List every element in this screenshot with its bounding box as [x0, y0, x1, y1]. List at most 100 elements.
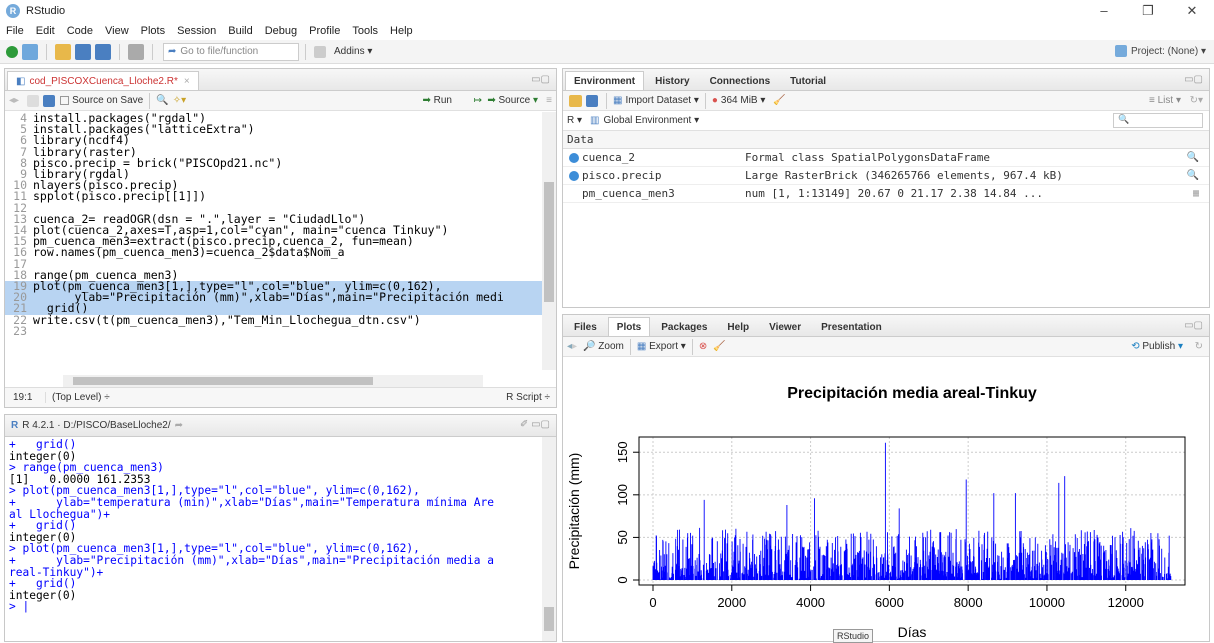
rerun-icon[interactable]: ↦	[474, 95, 482, 106]
tab-source-file[interactable]: ◧ cod_PISCOXCuenca_Lloche2.R* ×	[7, 71, 199, 90]
save-workspace-icon[interactable]	[586, 94, 598, 107]
plots-refresh-icon[interactable]: ↻	[1195, 341, 1203, 352]
tab-environment[interactable]: Environment	[565, 71, 645, 90]
save-file-icon[interactable]	[43, 94, 56, 107]
editor-hscrollbar[interactable]	[63, 375, 483, 387]
broom-icon[interactable]: 🧹	[773, 95, 785, 106]
environment-pane: Environment History Connections Tutorial…	[562, 68, 1210, 308]
menu-build[interactable]: Build	[228, 25, 252, 37]
project-menu[interactable]: Project: (None) ▾	[1114, 45, 1206, 57]
grid-icon[interactable]	[314, 45, 326, 58]
y-axis-label: Precipitación (mm)	[566, 453, 582, 570]
export-button[interactable]: ▦ Export ▾	[637, 341, 686, 352]
save-icon[interactable]	[75, 43, 91, 60]
expand-object-icon[interactable]	[569, 170, 579, 181]
tab-files[interactable]: Files	[565, 317, 606, 336]
console-line: integer(0)	[9, 588, 77, 602]
new-file-icon[interactable]	[6, 45, 18, 58]
file-type-selector[interactable]: R Script ÷	[506, 392, 550, 403]
minimize-button[interactable]: –	[1082, 0, 1126, 22]
menu-edit[interactable]: Edit	[36, 25, 55, 37]
minimize-pane-icon[interactable]: ▭▢	[531, 74, 550, 85]
x-tick-label: 6000	[875, 595, 904, 610]
plots-minimize-icon[interactable]: ▭▢	[1184, 320, 1203, 331]
source-button[interactable]: ➡ Source ▾	[487, 95, 538, 106]
console-line: + grid()	[9, 439, 77, 451]
go-to-dir-icon[interactable]: ➦	[175, 420, 183, 431]
publish-button[interactable]: ⟲ Publish ▾	[1131, 341, 1183, 352]
console-line: + ylab="temperatura (min)",xlab="Días",m…	[9, 495, 494, 509]
x-tick-label: 2000	[717, 595, 746, 610]
console-minimize-icon[interactable]: ✐ ▭▢	[520, 419, 550, 430]
x-tick-label: 0	[649, 595, 656, 610]
env-toolbar: ▦ Import Dataset ▾ ● 364 MiB ▾ 🧹 ≡ List …	[563, 91, 1209, 111]
print-icon[interactable]	[128, 43, 144, 60]
save-all-icon[interactable]	[95, 43, 111, 60]
env-minimize-icon[interactable]: ▭▢	[1184, 74, 1203, 85]
clear-plots-icon[interactable]: 🧹	[713, 341, 725, 352]
plot-canvas: Precipitación media areal-Tinkuy 0 2000 400…	[566, 385, 1186, 640]
view-object-icon[interactable]: 🔍	[1187, 152, 1199, 163]
search-icon[interactable]: 🔍	[156, 95, 168, 106]
menu-tools[interactable]: Tools	[352, 25, 378, 37]
console-path: R 4.2.1 · D:/PISCO/BaseLloche2/	[22, 420, 171, 431]
console-scrollbar[interactable]	[542, 437, 556, 641]
menu-view[interactable]: View	[105, 25, 129, 37]
y-tick-label: 150	[615, 441, 630, 463]
run-button[interactable]: ➡ Run	[422, 95, 452, 106]
expand-object-icon[interactable]	[569, 152, 579, 163]
tab-tutorial[interactable]: Tutorial	[781, 71, 835, 90]
editor-status-bar: 19:1 (Top Level) ÷ R Script ÷	[5, 387, 556, 407]
close-button[interactable]: ✕	[1170, 0, 1214, 22]
next-plot-icon[interactable]: ▸	[572, 341, 577, 352]
x-axis-label: Días	[898, 624, 927, 640]
language-selector[interactable]: R ▾	[567, 115, 582, 126]
forward-icon[interactable]: ▸	[14, 95, 19, 106]
tab-connections[interactable]: Connections	[701, 71, 780, 90]
view-object-icon[interactable]: 🔍	[1187, 170, 1199, 181]
tab-help[interactable]: Help	[718, 317, 758, 336]
zoom-button[interactable]: 🔎 Zoom	[583, 341, 624, 352]
refresh-icon[interactable]: ↻▾	[1190, 95, 1203, 106]
scope-selector[interactable]: (Top Level) ÷	[45, 392, 110, 403]
memory-usage[interactable]: 364 MiB ▾	[721, 95, 766, 106]
show-in-window-icon[interactable]	[27, 94, 40, 107]
r-file-icon: ◧	[16, 75, 26, 87]
menu-profile[interactable]: Profile	[309, 25, 340, 37]
editor-scrollbar[interactable]	[542, 112, 556, 370]
console-output[interactable]: + grid() integer(0) > range(pm_cuenca_men3…	[9, 439, 539, 639]
remove-plot-icon[interactable]: ⊗	[699, 341, 707, 352]
code-editor[interactable]: 4 install.packages("rgdal") 5 install.packa…	[5, 112, 543, 370]
tab-packages[interactable]: Packages	[652, 317, 716, 336]
view-table-icon[interactable]: ▦	[1193, 188, 1199, 199]
menu-debug[interactable]: Debug	[265, 25, 297, 37]
code-tools-icon[interactable]: ✧▾	[173, 95, 186, 106]
menu-session[interactable]: Session	[177, 25, 216, 37]
menu-code[interactable]: Code	[67, 25, 93, 37]
env-name: pisco.precip	[582, 169, 662, 182]
environment-selector[interactable]: Global Environment ▾	[604, 115, 700, 126]
menu-help[interactable]: Help	[390, 25, 413, 37]
restore-button[interactable]: ❐	[1126, 0, 1170, 22]
list-view-button[interactable]: ≡ List ▾	[1149, 95, 1181, 106]
env-row[interactable]: pm_cuenca_men3 num [1, 1:13149] 20.67 0 2…	[563, 185, 1209, 203]
env-row[interactable]: cuenca_2 Formal class SpatialPolygonsData…	[563, 149, 1209, 167]
tab-presentation[interactable]: Presentation	[812, 317, 891, 336]
x-tick-label: 12000	[1108, 595, 1144, 610]
load-workspace-icon[interactable]	[569, 94, 582, 107]
outline-icon[interactable]: ≡	[546, 95, 552, 106]
import-dataset-button[interactable]: Import Dataset ▾	[625, 95, 698, 106]
tab-history[interactable]: History	[646, 71, 698, 90]
new-project-icon[interactable]	[22, 43, 38, 60]
source-on-save-checkbox[interactable]	[60, 96, 70, 105]
menu-file[interactable]: File	[6, 25, 24, 37]
menu-plots[interactable]: Plots	[141, 25, 165, 37]
close-tab-icon[interactable]: ×	[184, 76, 190, 87]
env-row[interactable]: pisco.precip Large RasterBrick (346265766…	[563, 167, 1209, 185]
env-search-input[interactable]: 🔍	[1113, 113, 1203, 128]
tab-plots[interactable]: Plots	[607, 317, 651, 336]
open-file-icon[interactable]	[55, 43, 71, 60]
go-to-file-input[interactable]: ➦ Go to file/function	[163, 42, 299, 61]
addins-menu[interactable]: Addins ▾	[334, 46, 372, 57]
tab-viewer[interactable]: Viewer	[760, 317, 810, 336]
